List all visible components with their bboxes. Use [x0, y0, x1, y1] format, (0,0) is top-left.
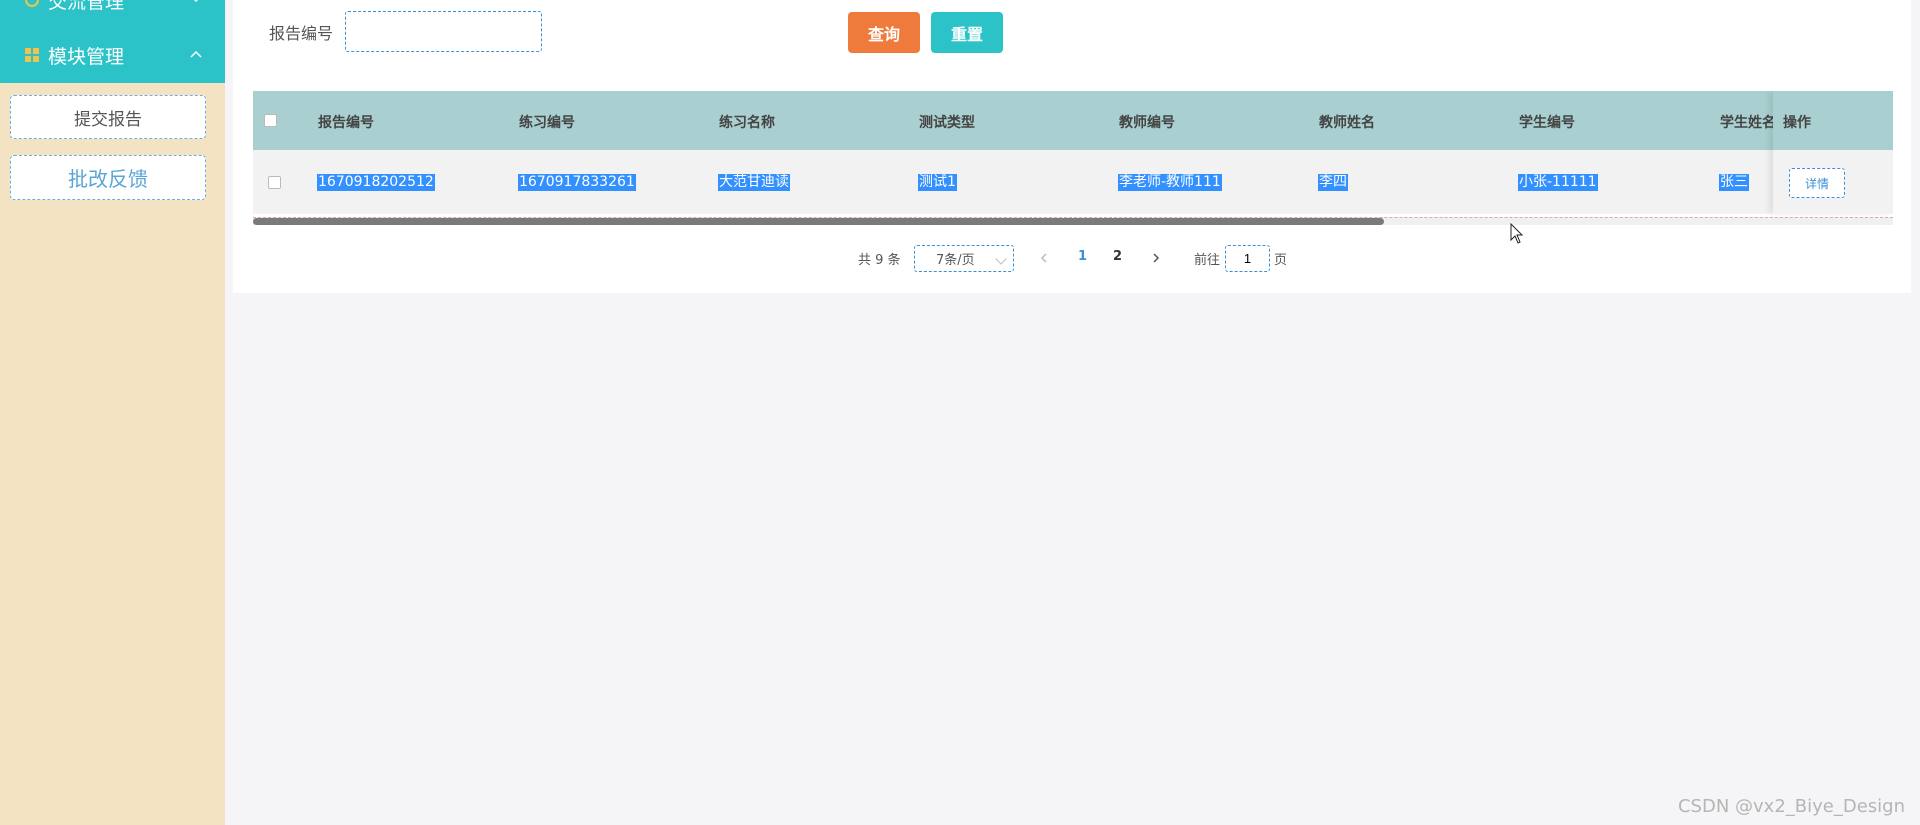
reset-button[interactable]: 重置: [931, 12, 1003, 53]
page-suffix: 页: [1274, 253, 1288, 268]
fixed-action-column: 操作 详情: [1773, 91, 1893, 214]
menu-item-label: 交流管理: [48, 0, 125, 13]
page-size-value: 7条/页: [936, 253, 975, 268]
action-cell: 详情: [1773, 150, 1893, 214]
cell-exercise-number: 1670917833261: [518, 174, 636, 191]
chevron-down-icon: [995, 253, 1007, 265]
chevron-down-icon: [193, 0, 199, 3]
grid-icon: [25, 48, 39, 62]
sidebar: 交流管理 模块管理 提交报告 批改反馈: [0, 0, 225, 825]
submit-report-button[interactable]: 提交报告: [10, 95, 206, 139]
menu-item-module-manage[interactable]: 模块管理: [0, 35, 225, 75]
page-size-select[interactable]: 7条/页: [914, 245, 1014, 272]
review-feedback-button[interactable]: 批改反馈: [10, 155, 206, 200]
table-row[interactable]: 1670918202512 1670917833261 大范甘迪读 测试1 李老…: [253, 150, 1893, 214]
cell-student-number: 小张-11111: [1518, 174, 1598, 191]
column-header-action: 操作: [1783, 115, 1811, 131]
report-table: 报告编号 练习编号 练习名称 测试类型 教师编号 教师姓名 学生编号 学生姓名 …: [253, 91, 1893, 226]
watermark: CSDN @vx2_Biye_Design: [1677, 796, 1905, 817]
menu-item-label: 模块管理: [48, 45, 125, 68]
cell-exercise-name: 大范甘迪读: [718, 174, 790, 191]
row-checkbox[interactable]: [268, 176, 281, 189]
action-header-bg: 操作: [1773, 91, 1893, 150]
cell-test-type: 测试1: [918, 174, 957, 191]
page-number[interactable]: 2: [1113, 249, 1122, 264]
column-header: 报告编号: [318, 115, 374, 131]
select-all-checkbox[interactable]: [264, 114, 277, 127]
menu-item-exchange[interactable]: 交流管理: [0, 0, 225, 20]
column-header: 练习编号: [519, 115, 575, 131]
column-header: 教师姓名: [1319, 115, 1375, 131]
column-header: 学生姓名: [1720, 115, 1776, 131]
prev-page-icon[interactable]: [1037, 251, 1051, 265]
chevron-up-icon: [190, 50, 202, 58]
cell-report-number: 1670918202512: [317, 174, 435, 191]
cell-teacher-number: 李老师-教师111: [1118, 174, 1222, 191]
pagination-total: 共 9 条: [858, 253, 901, 268]
search-label: 报告编号: [269, 24, 334, 43]
goto-page-input[interactable]: [1225, 245, 1270, 272]
column-header: 学生编号: [1519, 115, 1575, 131]
report-number-input[interactable]: [345, 11, 542, 52]
goto-label: 前往: [1194, 253, 1221, 268]
column-header: 练习名称: [719, 115, 775, 131]
detail-button[interactable]: 详情: [1789, 168, 1845, 198]
cell-teacher-name: 李四: [1318, 174, 1348, 191]
table-header: 报告编号 练习编号 练习名称 测试类型 教师编号 教师姓名 学生编号 学生姓名: [253, 91, 1893, 150]
chat-icon: [25, 0, 39, 7]
next-page-icon[interactable]: [1149, 251, 1163, 265]
mouse-cursor-icon: [1510, 223, 1524, 244]
horizontal-scrollbar-thumb[interactable]: [253, 218, 1384, 225]
column-header: 测试类型: [919, 115, 975, 131]
query-button[interactable]: 查询: [848, 12, 920, 53]
menu-group: 交流管理 模块管理: [0, 0, 225, 83]
cell-student-name: 张三: [1719, 174, 1749, 191]
column-header: 教师编号: [1119, 115, 1175, 131]
page-number-current[interactable]: 1: [1078, 249, 1087, 264]
